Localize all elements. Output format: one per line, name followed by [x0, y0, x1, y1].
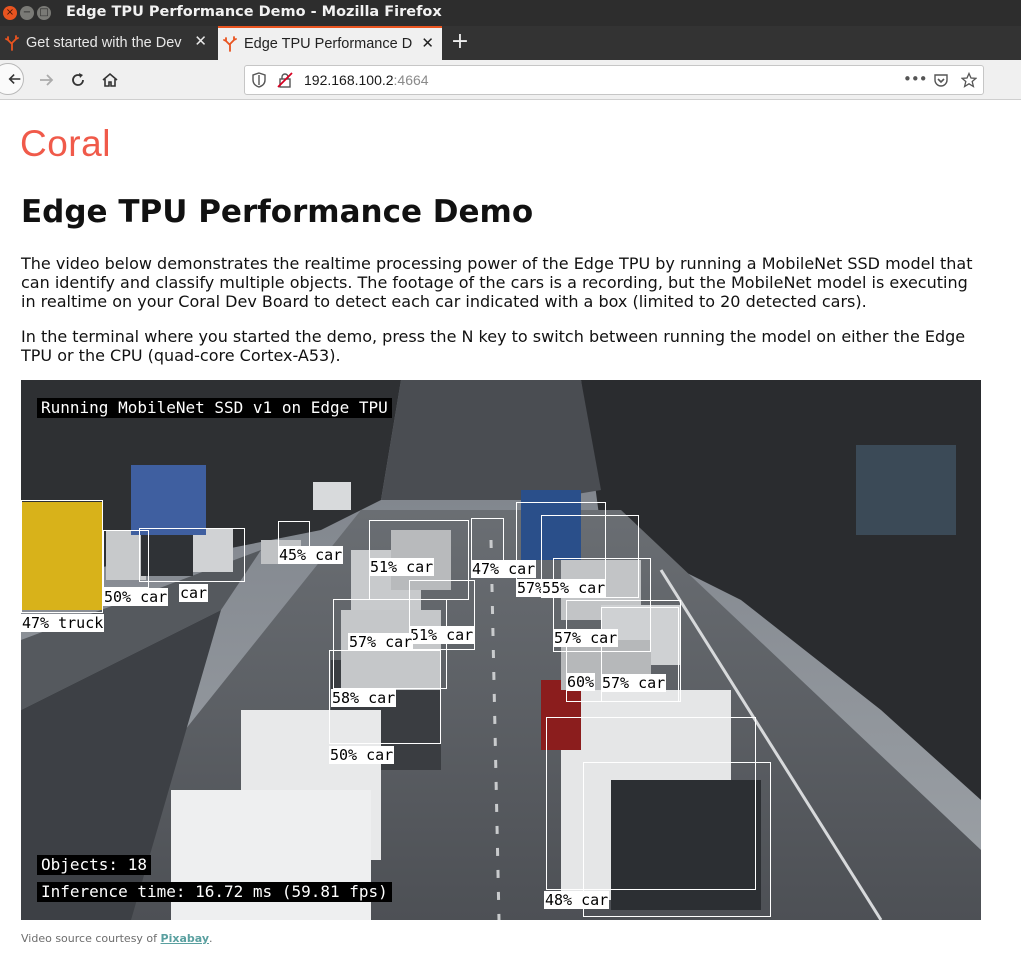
url-text: 192.168.100.2:4664 [304, 72, 429, 88]
detection-label: 57% car [348, 633, 414, 651]
tab-label: Get started with the Dev [26, 35, 182, 51]
traffic-scene-image [21, 380, 981, 920]
minimize-icon: − [22, 7, 32, 18]
arrow-left-icon [8, 73, 21, 85]
shield-icon[interactable] [251, 72, 267, 88]
video-credit: Video source courtesy of Pixabay. [21, 932, 213, 945]
pixabay-link[interactable]: Pixabay [161, 932, 209, 945]
tab-get-started[interactable]: Get started with the Dev ✕ [0, 26, 215, 60]
coral-favicon-icon [5, 35, 19, 51]
new-tab-button[interactable]: + [448, 29, 472, 55]
detection-label: 57% car [601, 674, 667, 692]
window-close-button[interactable]: × [3, 6, 17, 20]
detection-label: 47% car [471, 560, 537, 578]
page-title: Edge TPU Performance Demo [21, 194, 534, 230]
detection-label: 57% car [553, 629, 619, 647]
detection-box [139, 528, 245, 582]
home-button[interactable] [98, 68, 122, 92]
detection-box [583, 762, 771, 917]
page-actions-menu-icon[interactable]: ••• [903, 70, 928, 88]
window-titlebar: × − □ Edge TPU Performance Demo - Mozill… [0, 0, 1021, 26]
credit-text: Video source courtesy of [21, 932, 161, 945]
detection-label: 58% car [331, 689, 397, 707]
detection-label: 48% car [544, 891, 610, 909]
window-maximize-button[interactable]: □ [37, 6, 51, 20]
forward-button[interactable] [34, 68, 58, 92]
detection-video: Running MobileNet SSD v1 on Edge TPU Obj… [21, 380, 981, 920]
model-status-label: Running MobileNet SSD v1 on Edge TPU [37, 398, 392, 418]
bookmark-star-icon[interactable] [961, 72, 977, 88]
tab-edge-tpu-demo[interactable]: Edge TPU Performance D ✕ [218, 26, 442, 60]
home-icon [102, 72, 118, 87]
navigation-toolbar: 192.168.100.2:4664 ••• [0, 60, 1021, 100]
back-button[interactable] [0, 63, 24, 95]
detection-label: 50% car [103, 588, 169, 606]
arrow-right-icon [40, 74, 54, 86]
tab-close-icon[interactable]: ✕ [421, 35, 434, 53]
insecure-lock-icon[interactable] [277, 72, 293, 88]
window-minimize-button[interactable]: − [20, 6, 34, 20]
credit-suffix: . [209, 932, 213, 945]
instructions-paragraph: In the terminal where you started the de… [21, 327, 966, 365]
detection-label: 51% car [409, 626, 475, 644]
window-title: Edge TPU Performance Demo - Mozilla Fire… [66, 4, 442, 20]
maximize-icon: □ [39, 7, 49, 18]
url-bar[interactable]: 192.168.100.2:4664 ••• [244, 65, 984, 95]
url-host: 192.168.100.2 [304, 72, 394, 88]
detection-label: car [179, 584, 209, 602]
detection-label: 45% car [278, 546, 344, 564]
pocket-icon[interactable] [933, 72, 949, 88]
tab-bar: Get started with the Dev ✕ Edge TPU Perf… [0, 26, 1021, 60]
detection-label: 47% truck [21, 614, 105, 632]
coral-favicon-icon [223, 36, 237, 52]
objects-count-label: Objects: 18 [37, 855, 151, 875]
detection-label: 60% [566, 673, 596, 691]
detection-box [21, 500, 103, 613]
page-content: Coral Edge TPU Performance Demo The vide… [0, 101, 1021, 959]
tab-close-icon[interactable]: ✕ [194, 33, 207, 51]
coral-logo: Coral [20, 123, 111, 164]
reload-icon [72, 73, 84, 86]
intro-paragraph: The video below demonstrates the realtim… [21, 254, 973, 311]
detection-label: 55% car [541, 579, 607, 597]
tab-label: Edge TPU Performance D [244, 36, 413, 52]
inference-time-label: Inference time: 16.72 ms (59.81 fps) [37, 882, 392, 902]
close-icon: × [5, 7, 15, 18]
reload-button[interactable] [66, 68, 90, 92]
url-port: :4664 [393, 72, 429, 88]
detection-label: 51% car [369, 558, 435, 576]
detection-label: 50% car [329, 746, 395, 764]
